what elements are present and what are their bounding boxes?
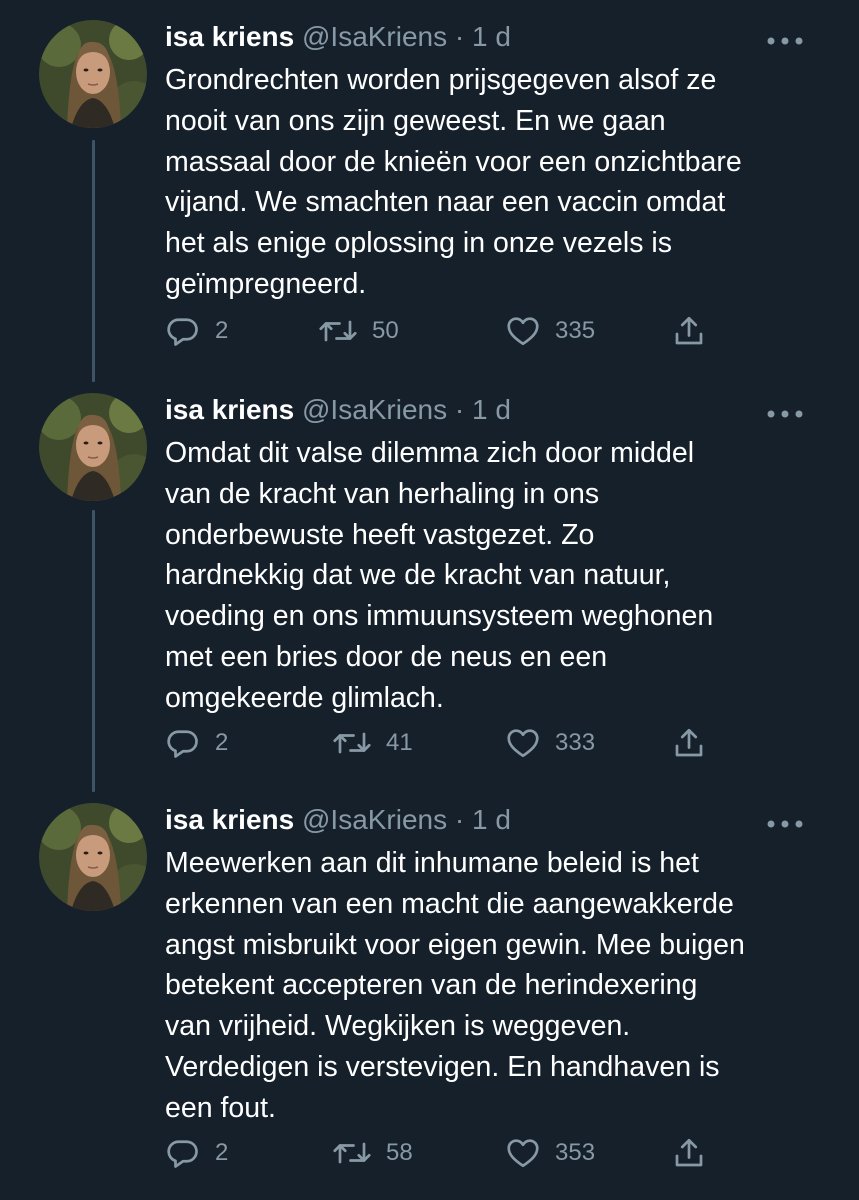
- tweet-text: Omdat dit valse dilemma zich door middel…: [165, 433, 845, 719]
- tweet-text-line: onderbewuste heeft vastgezet. Zo: [165, 518, 595, 551]
- like-button[interactable]: 335: [505, 311, 595, 351]
- reply-button[interactable]: 2: [165, 1133, 228, 1173]
- tweet-actions: 2 41 333: [0, 723, 859, 763]
- tweet-text-line: vijand. We smachten naar een vaccin omda…: [165, 186, 726, 219]
- heart-icon: [507, 317, 539, 346]
- tweet[interactable]: isa kriens @IsaKriens · 1 d Meewerken aa…: [0, 783, 859, 1200]
- display-name[interactable]: isa kriens: [165, 804, 294, 835]
- avatar[interactable]: [39, 803, 147, 911]
- user-handle[interactable]: @IsaKriens: [302, 804, 447, 835]
- tweet-text-line: betekent accepteren van de herindexering: [165, 969, 698, 1002]
- reply-icon: [167, 318, 198, 346]
- separator-dot: ·: [454, 394, 465, 425]
- tweet-actions: 2 50 335: [0, 311, 859, 351]
- reply-icon: [167, 1140, 198, 1168]
- tweet-text-line: omgekeerde glimlach.: [165, 681, 444, 714]
- tweet-text-line: Verdedigen is verstevigen. En handhaven …: [165, 1050, 720, 1083]
- tweet-text-line: voeding en ons immuunsysteem weghonen: [165, 600, 714, 633]
- retweet-button[interactable]: 41: [332, 723, 413, 763]
- user-handle[interactable]: @IsaKriens: [302, 394, 447, 425]
- tweet-text-line: Meewerken aan dit inhumane beleid is het: [165, 847, 699, 879]
- like-button[interactable]: 333: [505, 723, 595, 763]
- tweet-text-line: hardnekkig dat we de kracht van natuur,: [165, 559, 671, 592]
- heart-icon: [507, 729, 539, 758]
- tweet-text-line: een fout.: [165, 1091, 276, 1124]
- reply-count: 2: [215, 1139, 229, 1166]
- timestamp[interactable]: 1 d: [472, 21, 511, 52]
- reply-button[interactable]: 2: [165, 723, 228, 763]
- like-count: 333: [555, 729, 596, 756]
- tweet-header: isa kriens @IsaKriens · 1 d: [165, 800, 511, 840]
- tweet-text: Grondrechten worden prijsgegeven alsof z…: [165, 60, 845, 305]
- retweet-icon: [319, 320, 357, 342]
- timestamp[interactable]: 1 d: [472, 804, 511, 835]
- tweet-text-line: geïmpregneerd.: [165, 267, 367, 300]
- tweet[interactable]: isa kriens @IsaKriens · 1 d Grondrechten…: [0, 0, 859, 370]
- tweet-text: Meewerken aan dit inhumane beleid is het…: [165, 843, 845, 1129]
- share-icon: [675, 1138, 703, 1167]
- share-button[interactable]: [671, 1133, 707, 1173]
- retweet-button[interactable]: 58: [332, 1133, 413, 1173]
- more-options-icon[interactable]: [766, 816, 818, 828]
- share-icon: [675, 316, 703, 345]
- separator-dot: ·: [454, 804, 465, 835]
- tweet-actions: 2 58 353: [0, 1133, 859, 1173]
- retweet-button[interactable]: 50: [318, 311, 399, 351]
- display-name[interactable]: isa kriens: [165, 394, 294, 425]
- timestamp[interactable]: 1 d: [472, 394, 511, 425]
- retweet-count: 41: [386, 729, 413, 756]
- share-icon: [675, 728, 703, 757]
- tweet-text-line: van vrijheid. Wegkijken is weggeven.: [165, 1010, 631, 1043]
- display-name[interactable]: isa kriens: [165, 21, 294, 52]
- like-count: 335: [555, 317, 596, 344]
- tweet-text-line: het als enige oplossing in onze vezels i…: [165, 227, 672, 260]
- like-count: 353: [555, 1139, 596, 1166]
- tweet-header: isa kriens @IsaKriens · 1 d: [165, 17, 511, 57]
- tweet-text-line: van de kracht van herhaling in ons: [165, 477, 600, 510]
- tweet-text-line: Grondrechten worden prijsgegeven alsof z…: [165, 64, 717, 96]
- tweet-text-line: Omdat dit valse dilemma zich door middel: [165, 437, 695, 469]
- reply-button[interactable]: 2: [165, 311, 228, 351]
- reply-count: 2: [215, 317, 229, 344]
- retweet-count: 50: [372, 317, 399, 344]
- tweet-text-line: massaal door de knieën voor een onzichtb…: [165, 145, 742, 178]
- user-handle[interactable]: @IsaKriens: [302, 21, 447, 52]
- retweet-count: 58: [386, 1139, 413, 1166]
- tweet-text-line: angst misbruikt voor eigen gewin. Mee bu…: [165, 928, 745, 961]
- reply-count: 2: [215, 729, 229, 756]
- more-options-icon[interactable]: [766, 33, 818, 45]
- separator-dot: ·: [454, 21, 465, 52]
- tweet-text-line: erkennen van een macht die aangewakkerde: [165, 887, 734, 920]
- avatar[interactable]: [39, 393, 147, 501]
- reply-icon: [167, 730, 198, 758]
- more-options-icon[interactable]: [766, 406, 818, 418]
- tweet-header: isa kriens @IsaKriens · 1 d: [165, 390, 511, 430]
- tweet[interactable]: isa kriens @IsaKriens · 1 d Omdat dit va…: [0, 373, 859, 783]
- tweet-text-line: met een bries door de neus en een: [165, 640, 608, 673]
- retweet-icon: [333, 732, 371, 754]
- heart-icon: [507, 1139, 539, 1168]
- like-button[interactable]: 353: [505, 1133, 595, 1173]
- share-button[interactable]: [671, 723, 707, 763]
- share-button[interactable]: [671, 311, 707, 351]
- tweet-text-line: nooit van ons zijn geweest. En we gaan: [165, 104, 666, 137]
- avatar[interactable]: [39, 20, 147, 128]
- retweet-icon: [333, 1142, 371, 1164]
